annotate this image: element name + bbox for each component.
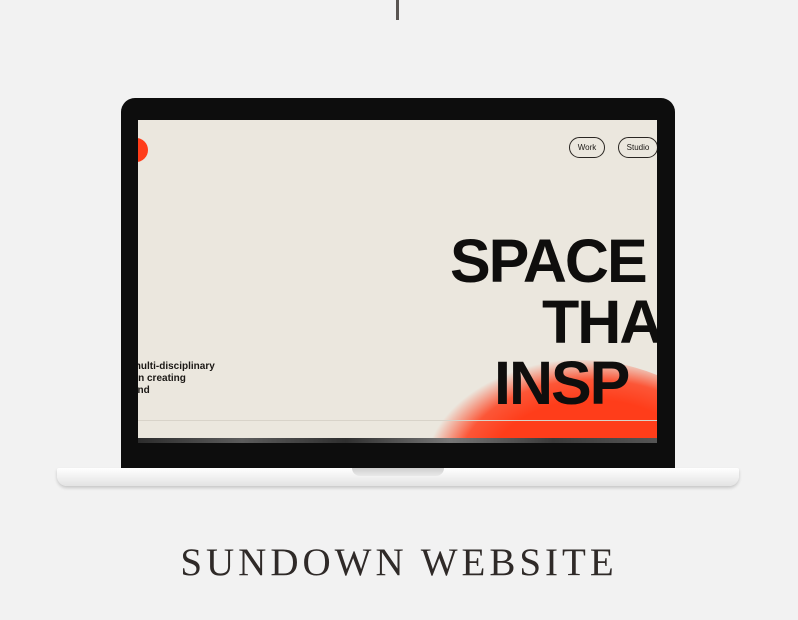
nav-work-button[interactable]: Work (569, 137, 605, 158)
nav-work-label: Work (577, 143, 597, 152)
top-divider-line (396, 0, 399, 20)
brand-logo[interactable] (138, 138, 148, 162)
intro-line: d (138, 397, 252, 409)
nav-studio-button[interactable]: Studio (618, 137, 657, 158)
nav-studio-label: Studio (626, 143, 650, 152)
intro-line: multi-disciplinary (138, 361, 215, 372)
intro-line: on creating (138, 373, 186, 384)
section-divider (138, 420, 657, 421)
website-display: Work Studio SPACE THA INSP multi-discipl… (138, 120, 657, 443)
image-strip (138, 438, 657, 443)
hero-heading-line-2: THA (542, 288, 657, 356)
project-caption: SUNDOWN WEBSITE (180, 541, 618, 584)
intro-line: end (138, 385, 150, 396)
hero-heading-line-1: SPACE (450, 227, 648, 295)
laptop-notch (352, 468, 444, 476)
intro-text: multi-disciplinary on creating end d (138, 361, 252, 409)
hero-heading-line-3: INSP (494, 349, 630, 417)
